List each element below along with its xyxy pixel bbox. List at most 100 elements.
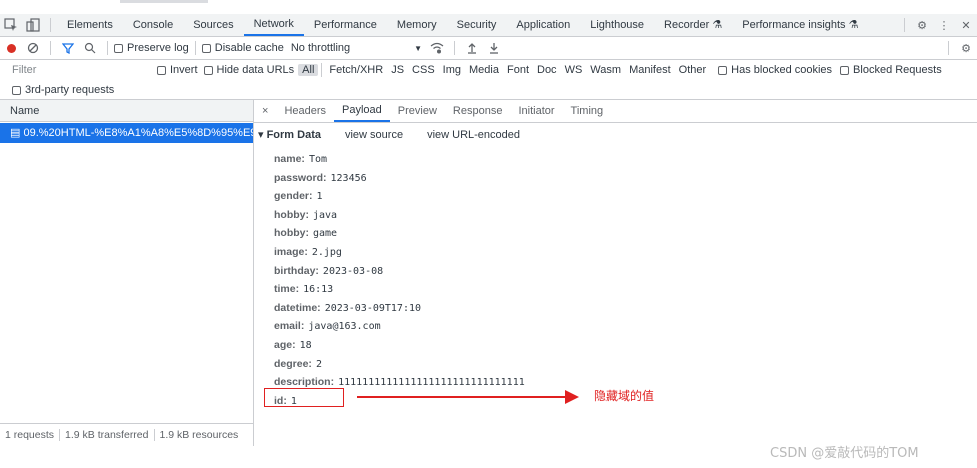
has-blocked-cookies-checkbox[interactable] [718, 65, 728, 75]
form-field-row: hobby: game [274, 224, 525, 243]
form-field-row: degree: 2 [274, 355, 525, 374]
view-url-encoded-link[interactable]: view URL-encoded [427, 129, 520, 141]
tab-network[interactable]: Network [243, 14, 304, 36]
tab-initiator[interactable]: Initiator [510, 100, 562, 122]
flask-icon: ⚗ [712, 19, 723, 31]
filter-type-doc[interactable]: Doc [533, 64, 561, 76]
record-icon[interactable] [0, 37, 22, 59]
tab-response[interactable]: Response [445, 100, 511, 122]
form-field-key: hobby: [274, 227, 309, 240]
tab-recorder-label: Recorder [664, 19, 710, 31]
filter-input[interactable]: Filter [0, 64, 157, 76]
transferred-size: 1.9 kB transferred [65, 429, 149, 441]
third-party-label: 3rd-party requests [25, 84, 115, 96]
form-field-row: image: 2.jpg [274, 243, 525, 262]
tab-application[interactable]: Application [506, 14, 580, 36]
filter-type-css[interactable]: CSS [408, 64, 439, 76]
filter-type-media[interactable]: Media [465, 64, 503, 76]
divider [194, 41, 196, 55]
settings-gear-icon[interactable]: ⚙ [911, 14, 933, 36]
form-data-fields: name: Tom password: 123456 gender: 1 hobby: jav… [274, 150, 525, 410]
clear-icon[interactable] [22, 37, 44, 59]
filter-type-js[interactable]: JS [387, 64, 408, 76]
blocked-requests-label: Blocked Requests [853, 64, 942, 76]
form-field-row: email: java@163.com [274, 317, 525, 336]
view-source-link[interactable]: view source [345, 129, 403, 141]
form-field-row: age: 18 [274, 336, 525, 355]
tab-sources[interactable]: Sources [183, 14, 243, 36]
dropdown-arrow-icon[interactable]: ▼ [414, 44, 422, 53]
tab-console[interactable]: Console [123, 14, 183, 36]
form-field-key: time: [274, 283, 300, 296]
filter-type-manifest[interactable]: Manifest [625, 64, 675, 76]
tab-headers[interactable]: Headers [276, 100, 334, 122]
form-field-value: Tom [308, 154, 327, 165]
network-conditions-icon[interactable] [426, 37, 448, 59]
form-data-title[interactable]: ▾ Form Data [258, 128, 321, 141]
annotation-text: 隐藏域的值 [594, 389, 655, 403]
divider [50, 18, 51, 32]
form-field-value: 123456 [330, 172, 367, 184]
inspect-element-icon[interactable] [0, 14, 22, 36]
disable-cache-checkbox[interactable] [201, 43, 211, 53]
search-icon[interactable] [79, 37, 101, 59]
tab-lighthouse[interactable]: Lighthouse [580, 14, 654, 36]
flask-icon: ⚗ [848, 19, 859, 31]
third-party-checkbox[interactable] [12, 85, 21, 95]
throttling-select[interactable]: No throttling [291, 42, 350, 54]
resources-size: 1.9 kB resources [159, 429, 239, 441]
tab-performance-insights[interactable]: Performance insights ⚗ [732, 14, 868, 36]
blocked-requests-checkbox[interactable] [840, 65, 850, 75]
device-toolbar-icon[interactable] [22, 14, 44, 36]
close-devtools-icon[interactable]: ✕ [955, 14, 977, 36]
filter-type-wasm[interactable]: Wasm [586, 64, 625, 76]
form-field-key: description: [274, 376, 335, 389]
filter-type-other[interactable]: Other [675, 64, 711, 76]
filter-type-font[interactable]: Font [503, 64, 533, 76]
filter-type-all[interactable]: All [298, 64, 319, 76]
tab-payload[interactable]: Payload [334, 100, 390, 122]
network-toolbar: Preserve log Disable cache No throttling… [0, 37, 977, 60]
hide-data-urls-checkbox[interactable] [203, 65, 213, 75]
form-field-row: gender: 1 [274, 187, 525, 206]
divider [454, 41, 456, 55]
filter-bar: Filter Invert Hide data URLs All Fetch/X… [0, 60, 977, 80]
more-options-icon[interactable]: ⋮ [933, 14, 955, 36]
request-name: 09.%20HTML-%E8%A1%A8%E5%8D%95%E9%... [23, 127, 253, 139]
tab-performance[interactable]: Performance [304, 14, 387, 36]
hide-data-urls-label: Hide data URLs [216, 64, 295, 76]
invert-label: Invert [170, 64, 198, 76]
network-settings-gear-icon[interactable]: ⚙ [955, 37, 977, 59]
filter-type-ws[interactable]: WS [561, 64, 587, 76]
name-column-header[interactable]: Name [0, 100, 253, 122]
form-field-row: hobby: java [274, 206, 525, 225]
form-field-key: gender: [274, 190, 313, 203]
form-field-row: datetime: 2023-03-09T17:10 [274, 299, 525, 318]
filter-type-img[interactable]: Img [439, 64, 465, 76]
has-blocked-cookies-label: Has blocked cookies [731, 64, 833, 76]
tab-elements[interactable]: Elements [57, 14, 123, 36]
form-field-key: password: [274, 171, 327, 184]
form-field-key: hobby: [274, 208, 309, 221]
filter-funnel-icon[interactable] [57, 37, 79, 59]
filter-type-fetch-xhr[interactable]: Fetch/XHR [325, 64, 387, 76]
form-field-row: password: 123456 [274, 169, 525, 188]
import-har-icon[interactable] [461, 37, 483, 59]
form-field-value: java@163.com [308, 321, 381, 333]
tab-recorder[interactable]: Recorder ⚗ [654, 14, 732, 36]
form-field-key: birthday: [274, 264, 319, 277]
tab-memory[interactable]: Memory [387, 14, 447, 36]
form-field-value: 2023-03-09T17:10 [324, 302, 422, 314]
document-icon: ▤ [10, 127, 21, 139]
request-count: 1 requests [5, 429, 55, 441]
preserve-log-checkbox[interactable] [114, 43, 123, 53]
tab-preview[interactable]: Preview [390, 100, 445, 122]
window-top-indicator [120, 0, 208, 3]
tab-security[interactable]: Security [447, 14, 507, 36]
tab-timing[interactable]: Timing [563, 100, 612, 122]
request-row[interactable]: ▤ 09.%20HTML-%E8%A1%A8%E5%8D%95%E9%... [0, 123, 253, 143]
preserve-log-label: Preserve log [127, 42, 189, 54]
close-details-icon[interactable]: × [254, 100, 276, 122]
export-har-icon[interactable] [483, 37, 505, 59]
invert-checkbox[interactable] [157, 65, 166, 75]
